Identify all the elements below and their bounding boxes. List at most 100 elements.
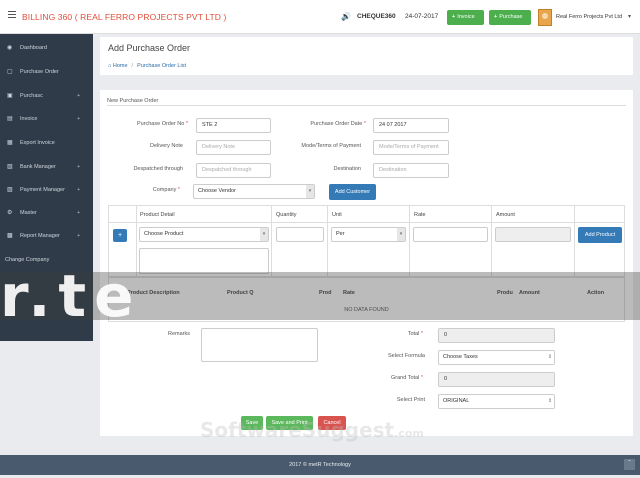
grid-header-divider [109,222,624,223]
bank-icon: ▧ [7,164,13,170]
select-formula-label: Select Formula [388,353,425,359]
chevron-down-icon: ⇕ [546,351,554,364]
divider [107,105,626,106]
column-header-product-qty: Product Q [227,290,254,296]
destination-field[interactable]: Destination [373,163,449,178]
column-header-unit: Unit [332,212,342,218]
add-row-button[interactable]: + [113,229,127,242]
sidebar-item-change-company[interactable]: Change Company [0,249,93,271]
avatar[interactable] [538,9,552,26]
remarks-field[interactable] [201,328,318,362]
remarks-label: Remarks [167,331,190,337]
purchase-button-label: Purchase [499,14,523,20]
breadcrumb-current[interactable]: Purchase Order List [137,63,186,69]
expand-icon: + [77,93,81,99]
mode-of-payment-field[interactable]: Mode/Terms of Payment [373,140,449,155]
payment-icon: ▨ [7,187,13,193]
expand-icon: + [77,164,81,170]
company-select[interactable]: Choose Vendor ▾ [193,184,315,199]
sidebar-item-label: Master [20,210,37,216]
delivery-note-field[interactable]: Delivery Note [196,140,271,155]
page-header: Add Purchase Order ⌂ Home / Purchase Order… [100,37,633,75]
user-name[interactable]: Real Ferro Projects Pvt Ltd [556,14,622,20]
grand-total-label-text: Grand Total [390,375,420,381]
sidebar-item-label: Invoice [20,116,38,122]
company-label-text: Company [152,187,177,193]
sidebar: ◉ Dashboard ▢ Purchase Order ▣ Purchasc + ▤ I… [0,34,93,341]
chevron-down-icon[interactable]: ▾ [628,13,631,20]
product-description-box[interactable] [139,248,269,274]
po-no-field[interactable]: STE 2 [196,118,271,133]
product-entry-grid: Product Detail Quantity Unit Rate Amount… [108,205,625,277]
cart-icon: ▢ [7,69,13,75]
po-no-label-text: Purchase Order No [136,121,185,127]
po-date-label: Purchase Order Date * [310,121,366,127]
chevron-down-icon: ▾ [260,228,268,241]
purchase-button[interactable]: + Purchase [489,10,531,25]
report-icon: ▩ [7,233,13,239]
delivery-note-label: Delivery Note [149,143,183,149]
section-title: New Purchase Order [107,98,159,104]
sidebar-item-purchase[interactable]: ▣ Purchasc + [0,85,93,107]
add-customer-button[interactable]: Add Customer [329,184,376,200]
invoice-button-label: Invoice [457,14,475,20]
grid-divider [409,206,410,276]
print-select[interactable]: ORIGINAL ⇕ [438,394,555,409]
chevron-down-icon: ▾ [397,228,405,241]
grid-divider [136,206,137,276]
column-header-amount: Amount [496,212,515,218]
export-icon: ▦ [7,140,13,146]
sidebar-item-export-invoice[interactable]: ▦ Export Invoice [0,132,93,154]
sidebar-item-payment-manager[interactable]: ▨ Payment Manager + [0,179,93,201]
despatched-field[interactable]: Despatched through [196,163,271,178]
cheque-label[interactable]: CHEQUE360 [357,13,396,20]
grid-divider [327,206,328,276]
column-header-action: Action [587,290,605,296]
company-label: Company * [152,187,180,193]
home-icon[interactable]: ⌂ [108,63,111,69]
column-header-amount: Amount [519,290,540,296]
column-header-prod: Prod [319,290,332,296]
sidebar-item-purchase-order[interactable]: ▢ Purchase Order [0,61,93,83]
unit-select[interactable]: Per ▾ [331,227,406,242]
add-product-button[interactable]: Add Product [578,227,622,243]
po-date-field[interactable]: 24 07 2017 [373,118,449,133]
invoice-button[interactable]: + Invoice [447,10,484,25]
shopping-cart-icon: ▣ [7,93,13,99]
invoice-icon: ▤ [7,116,13,122]
chevron-down-icon: ⇕ [546,395,554,408]
grid-divider [271,206,272,276]
scroll-top-icon[interactable]: ˆ [624,459,635,470]
chevron-down-icon: ▾ [306,185,314,198]
speaker-icon[interactable]: 🔊 [341,12,351,21]
quantity-field[interactable] [276,227,324,242]
unit-select-value: Per [336,231,345,237]
page-title: Add Purchase Order [108,43,191,53]
expand-icon: + [77,210,81,216]
brand-title: BILLING 360 ( REAL FERRO PROJECTS PVT LT… [22,12,227,22]
rate-field[interactable] [413,227,488,242]
grid-divider [574,206,575,276]
column-header-rate: Rate [414,212,426,218]
breadcrumb-home[interactable]: Home [113,63,128,69]
product-select[interactable]: Choose Product ▾ [139,227,269,242]
sidebar-item-invoice[interactable]: ▤ Invoice + [0,108,93,130]
grand-total-label: Grand Total * [390,375,423,381]
column-header-quantity: Quantity [276,212,297,218]
sidebar-item-label: Report Manager [20,233,60,239]
sidebar-item-bank-manager[interactable]: ▧ Bank Manager + [0,156,93,178]
sidebar-item-label: Export Invoice [20,140,55,146]
menu-toggle-icon[interactable] [8,11,16,19]
sidebar-item-report-manager[interactable]: ▩ Report Manager + [0,225,93,247]
sidebar-item-master[interactable]: ⚙ Master + [0,202,93,224]
column-header-product-detail: Product Detail [140,212,175,218]
product-select-value: Choose Product [144,231,184,237]
expand-icon: + [77,187,81,193]
watermark-text: SoftwareSuggest [200,418,395,442]
sidebar-item-label: Payment Manager [20,187,65,193]
formula-select[interactable]: Choose Taxes ⇕ [438,350,555,365]
total-label: Total * [407,331,423,337]
company-select-value: Choose Vendor [198,188,236,194]
expand-icon: + [77,233,81,239]
sidebar-item-dashboard[interactable]: ◉ Dashboard [0,37,93,59]
